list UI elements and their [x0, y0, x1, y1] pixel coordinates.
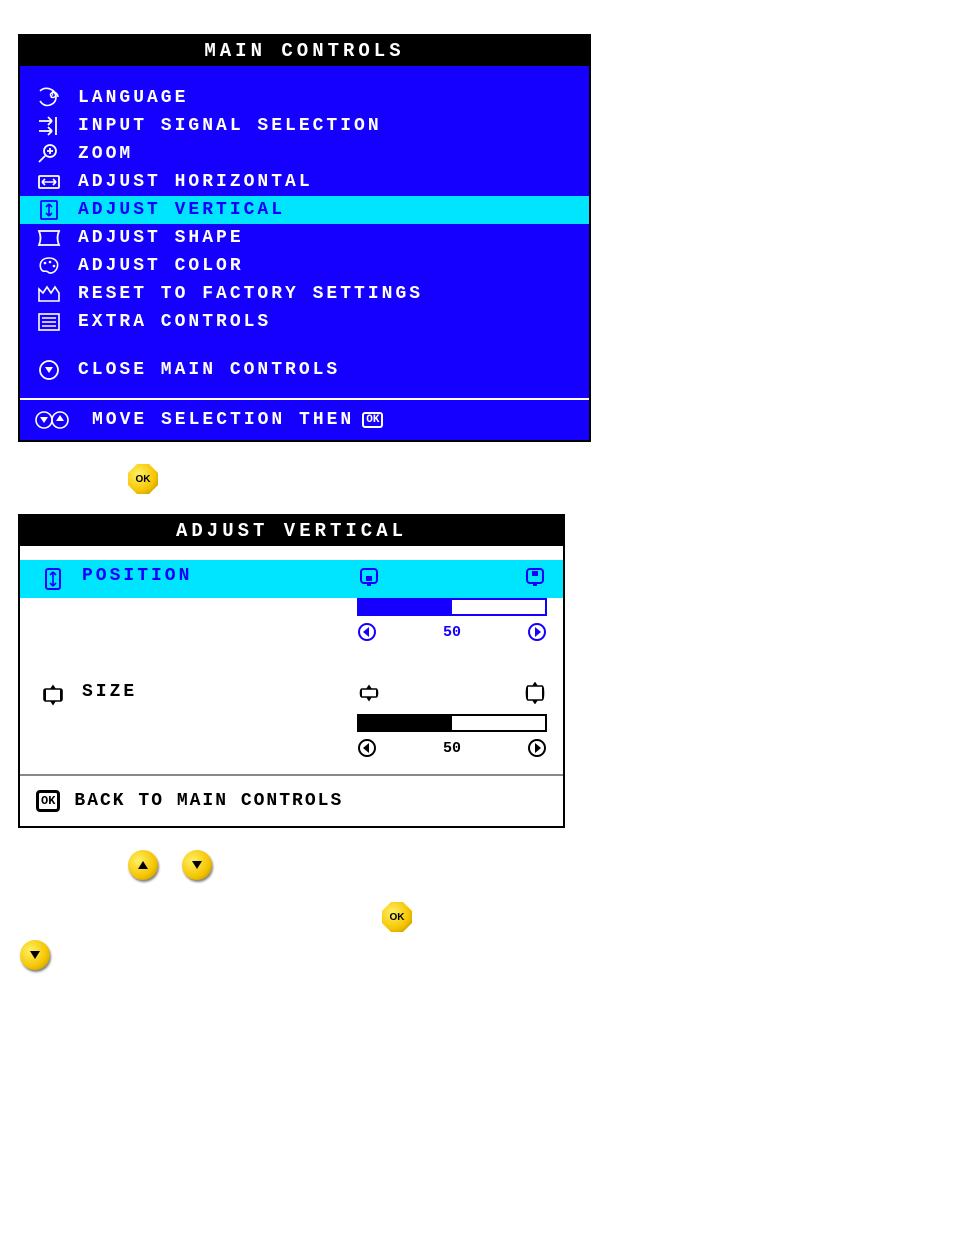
menu-item-adjust-vertical[interactable]: ADJUST VERTICAL [20, 196, 589, 224]
position-bar [357, 598, 547, 616]
position-value: 50 [443, 624, 461, 641]
ok-button-label: OK [136, 474, 151, 485]
adjust-shape-icon [34, 226, 64, 250]
position-row[interactable]: POSITION [20, 560, 563, 598]
ok-button[interactable]: OK [382, 902, 412, 932]
menu-item-reset-factory[interactable]: RESET TO FACTORY SETTINGS [20, 280, 589, 308]
menu-label: ADJUST VERTICAL [78, 200, 285, 220]
down-button[interactable] [182, 850, 212, 880]
size-value: 50 [443, 740, 461, 757]
reset-factory-icon [34, 282, 64, 306]
menu-label: RESET TO FACTORY SETTINGS [78, 284, 423, 304]
size-small-icon [357, 682, 381, 704]
svg-text:?: ? [49, 93, 56, 101]
menu-label: EXTRA CONTROLS [78, 312, 271, 332]
arrow-right-icon[interactable] [527, 738, 547, 758]
menu-label: ADJUST COLOR [78, 256, 244, 276]
main-controls-menu: ? LANGUAGE INPUT SIGNAL SELECTION ZOOM A… [20, 66, 589, 398]
main-controls-panel: MAIN CONTROLS ? LANGUAGE INPUT SIGNAL SE… [18, 34, 591, 442]
adjust-vertical-title: ADJUST VERTICAL [20, 516, 563, 546]
adjust-vertical-panel: ADJUST VERTICAL POSITION [18, 514, 565, 828]
ok-icon: OK [36, 790, 60, 812]
size-bar [357, 714, 547, 732]
position-bar-fill [359, 600, 452, 614]
size-icon [38, 682, 68, 708]
menu-item-adjust-color[interactable]: ADJUST COLOR [20, 252, 589, 280]
position-label: POSITION [82, 566, 357, 586]
adjust-color-icon [34, 254, 64, 278]
position-low-icon [357, 566, 381, 588]
main-controls-title: MAIN CONTROLS [20, 36, 589, 66]
menu-label: CLOSE MAIN CONTROLS [78, 360, 340, 380]
up-button[interactable] [128, 850, 158, 880]
down-button[interactable] [20, 940, 50, 970]
arrow-left-icon[interactable] [357, 622, 377, 642]
menu-item-close[interactable]: CLOSE MAIN CONTROLS [20, 356, 589, 384]
footer-text: MOVE SELECTION THEN [92, 410, 354, 430]
back-label: BACK TO MAIN CONTROLS [74, 791, 343, 811]
size-bar-fill [359, 716, 452, 730]
extra-controls-icon [34, 310, 64, 334]
arrow-left-icon[interactable] [357, 738, 377, 758]
menu-label: ZOOM [78, 144, 133, 164]
size-row[interactable]: SIZE [20, 676, 563, 714]
ok-button-label: OK [390, 912, 405, 923]
ok-icon: OK [362, 412, 383, 428]
menu-item-language[interactable]: ? LANGUAGE [20, 84, 589, 112]
size-label: SIZE [82, 682, 357, 702]
menu-label: INPUT SIGNAL SELECTION [78, 116, 382, 136]
zoom-icon [34, 142, 64, 166]
menu-item-adjust-horizontal[interactable]: ADJUST HORIZONTAL [20, 168, 589, 196]
menu-item-zoom[interactable]: ZOOM [20, 140, 589, 168]
close-menu-icon [34, 358, 64, 382]
arrow-right-icon[interactable] [527, 622, 547, 642]
main-controls-footer: MOVE SELECTION THEN OK [20, 398, 589, 440]
adjust-vertical-icon [34, 198, 64, 222]
back-to-main-row[interactable]: OK BACK TO MAIN CONTROLS [20, 774, 563, 826]
language-icon: ? [34, 86, 64, 110]
menu-label: ADJUST HORIZONTAL [78, 172, 313, 192]
menu-item-extra-controls[interactable]: EXTRA CONTROLS [20, 308, 589, 336]
position-high-icon [523, 566, 547, 588]
position-icon [38, 566, 68, 592]
adjust-horizontal-icon [34, 170, 64, 194]
menu-label: LANGUAGE [78, 88, 188, 108]
input-signal-icon [34, 114, 64, 138]
menu-item-input-signal[interactable]: INPUT SIGNAL SELECTION [20, 112, 589, 140]
move-selection-icons [34, 410, 78, 430]
ok-button[interactable]: OK [128, 464, 158, 494]
menu-label: ADJUST SHAPE [78, 228, 244, 248]
size-large-icon [523, 682, 547, 704]
menu-item-adjust-shape[interactable]: ADJUST SHAPE [20, 224, 589, 252]
